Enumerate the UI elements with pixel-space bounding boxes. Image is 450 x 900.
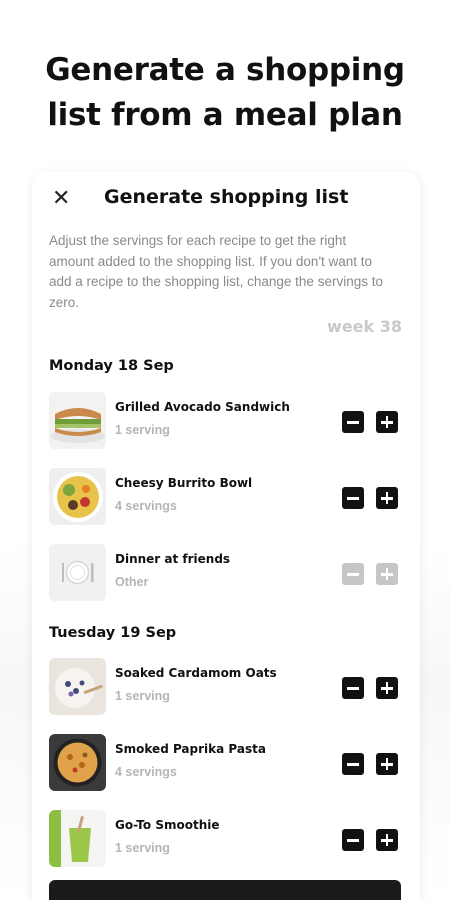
decrease-servings-button[interactable] xyxy=(342,487,364,509)
decrease-servings-button[interactable] xyxy=(342,563,364,585)
recipe-title: Go-To Smoothie xyxy=(115,818,220,832)
dialog-description: Adjust the servings for each recipe to g… xyxy=(49,233,383,310)
recipe-title: Smoked Paprika Pasta xyxy=(115,742,266,756)
week-label: week 38 xyxy=(327,317,402,336)
decrease-servings-button[interactable] xyxy=(342,411,364,433)
recipe-title: Dinner at friends xyxy=(115,552,231,566)
recipe-title: Soaked Cardamom Oats xyxy=(115,666,277,680)
increase-servings-button[interactable] xyxy=(376,677,398,699)
dialog-title: Generate shopping list xyxy=(104,186,349,208)
decrease-servings-button[interactable] xyxy=(342,753,364,775)
shopping-list-dialog: ✕ Generate shopping list Adjust the serv… xyxy=(32,172,420,900)
increase-servings-button[interactable] xyxy=(376,411,398,433)
plate-cutlery-icon xyxy=(49,544,106,601)
generate-list-button[interactable] xyxy=(49,880,401,900)
pasta-thumbnail xyxy=(49,734,106,791)
page-headline: Generate a shopping list from a meal pla… xyxy=(0,48,450,138)
recipe-row: Go-To Smoothie 1 serving xyxy=(49,810,401,868)
increase-servings-button[interactable] xyxy=(376,753,398,775)
smoothie-thumbnail xyxy=(49,810,106,867)
recipe-servings: Other xyxy=(115,575,149,589)
day-heading-monday: Monday 18 Sep xyxy=(49,358,174,374)
recipe-title: Cheesy Burrito Bowl xyxy=(115,476,253,490)
increase-servings-button[interactable] xyxy=(376,563,398,585)
recipe-servings: 4 servings xyxy=(115,499,177,513)
recipe-row: Smoked Paprika Pasta 4 servings xyxy=(49,734,401,792)
recipe-row: Soaked Cardamom Oats 1 serving xyxy=(49,658,401,716)
oats-thumbnail xyxy=(49,658,106,715)
recipe-title: Grilled Avocado Sandwich xyxy=(115,400,290,414)
recipe-row: Dinner at friends Other xyxy=(49,544,401,602)
decrease-servings-button[interactable] xyxy=(342,677,364,699)
recipe-servings: 1 serving xyxy=(115,841,170,855)
burrito-bowl-thumbnail xyxy=(49,468,106,525)
headline-line-2: list from a meal plan xyxy=(47,97,403,133)
day-heading-tuesday: Tuesday 19 Sep xyxy=(49,625,177,641)
decrease-servings-button[interactable] xyxy=(342,829,364,851)
sandwich-thumbnail xyxy=(49,392,106,449)
recipe-row: Grilled Avocado Sandwich 1 serving xyxy=(49,392,401,450)
recipe-servings: 1 serving xyxy=(115,423,170,437)
close-icon[interactable]: ✕ xyxy=(52,188,70,210)
increase-servings-button[interactable] xyxy=(376,487,398,509)
recipe-servings: 4 servings xyxy=(115,765,177,779)
recipe-row: Cheesy Burrito Bowl 4 servings xyxy=(49,468,401,526)
increase-servings-button[interactable] xyxy=(376,829,398,851)
headline-line-1: Generate a shopping xyxy=(45,52,405,88)
recipe-servings: 1 serving xyxy=(115,689,170,703)
